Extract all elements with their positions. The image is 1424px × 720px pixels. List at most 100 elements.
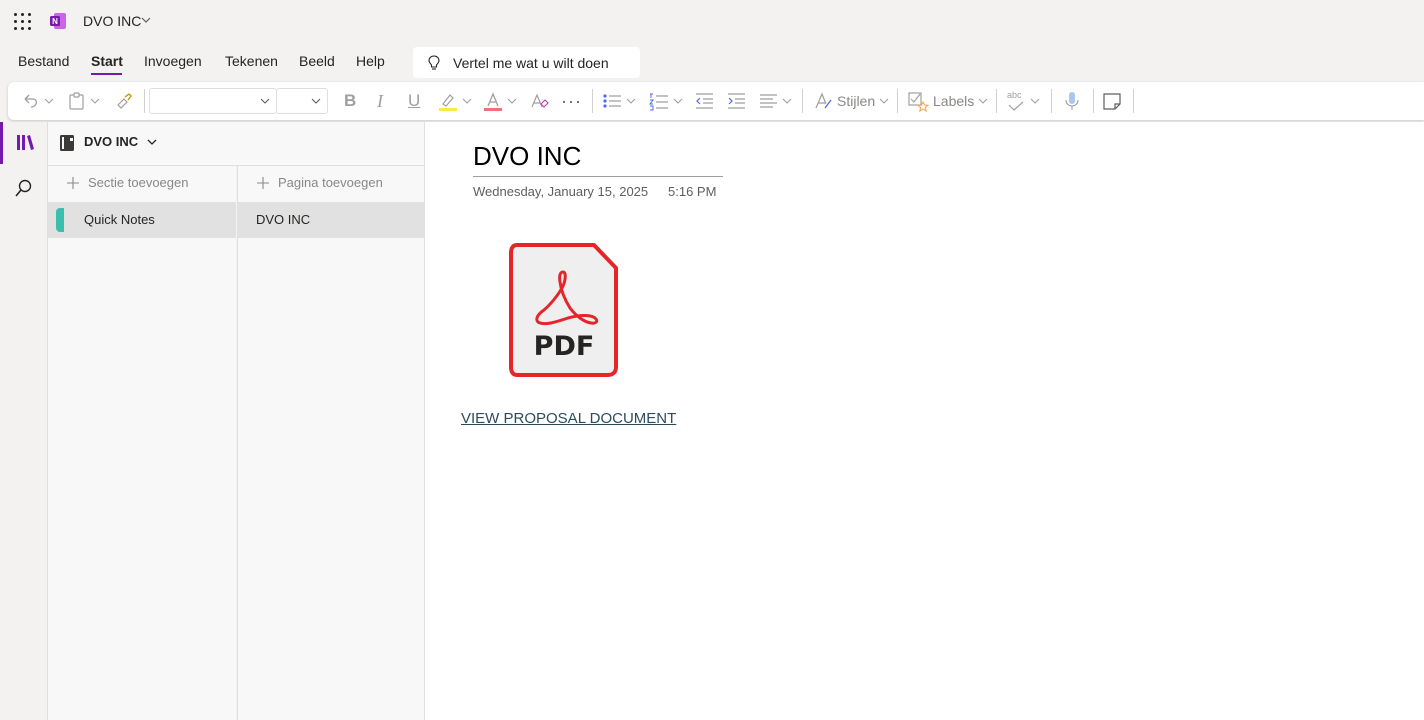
format-painter-icon	[117, 93, 132, 109]
chevron-down-icon	[1030, 98, 1040, 104]
highlight-button[interactable]	[438, 90, 472, 112]
ribbon-separator	[802, 89, 803, 113]
labels-button[interactable]: Labels	[907, 90, 988, 112]
ribbon-separator	[1133, 89, 1134, 113]
bullet-list-icon	[603, 94, 621, 108]
font-size-dropdown[interactable]	[276, 88, 328, 114]
onenote-logo-icon: N	[50, 13, 66, 29]
decrease-indent-button[interactable]	[694, 90, 714, 112]
chevron-down-icon	[879, 98, 889, 104]
increase-indent-icon	[728, 93, 745, 109]
italic-button[interactable]: I	[377, 90, 383, 112]
bold-button[interactable]: B	[344, 90, 356, 112]
tab-invoegen[interactable]: Invoegen	[144, 53, 202, 69]
chevron-down-icon	[978, 98, 988, 104]
chevron-down-icon	[462, 98, 472, 104]
ribbon-separator	[592, 89, 593, 113]
underline-button[interactable]: U	[408, 90, 420, 112]
clipboard-icon	[69, 92, 84, 110]
pages-pane	[237, 166, 425, 720]
chevron-down-icon	[507, 98, 517, 104]
active-tab-indicator	[91, 73, 122, 75]
chevron-down-icon	[90, 98, 100, 104]
spelling-button[interactable]: abc	[1006, 90, 1040, 112]
plus-icon	[67, 176, 79, 189]
sticky-note-button[interactable]	[1102, 90, 1122, 112]
undo-button[interactable]	[20, 90, 54, 112]
title-underline	[473, 176, 723, 177]
chevron-down-icon	[260, 98, 270, 104]
undo-icon	[24, 94, 38, 108]
notebook-icon	[60, 135, 74, 151]
pdf-file-icon[interactable]: PDF	[508, 242, 620, 378]
app-launcher-icon[interactable]	[14, 13, 32, 31]
font-color-button[interactable]	[483, 90, 517, 112]
svg-text:N: N	[52, 17, 58, 26]
microphone-icon	[1065, 92, 1079, 110]
font-color-icon	[484, 92, 502, 111]
notebooks-icon[interactable]	[15, 133, 35, 153]
ribbon-separator	[1051, 89, 1052, 113]
section-label[interactable]: Quick Notes	[84, 212, 155, 227]
add-section-button[interactable]: Sectie toevoegen	[66, 175, 188, 190]
pdf-icon-label: PDF	[534, 331, 595, 362]
notebook-title[interactable]: DVO INC	[83, 13, 141, 29]
page-date: Wednesday, January 15, 2025	[473, 184, 649, 199]
chevron-down-icon	[782, 98, 792, 104]
labels-label: Labels	[933, 93, 975, 109]
styles-icon	[815, 92, 832, 109]
tag-checkbox-icon	[908, 92, 929, 112]
ribbon-separator	[144, 89, 145, 113]
bullets-button[interactable]	[602, 90, 636, 112]
spelling-icon-text: abc	[1007, 90, 1022, 100]
paste-button[interactable]	[68, 90, 100, 112]
chevron-down-icon	[626, 98, 636, 104]
styles-button[interactable]: Stijlen	[813, 90, 889, 112]
highlighter-icon	[439, 94, 457, 111]
plus-icon	[257, 176, 269, 189]
add-page-button[interactable]: Pagina toevoegen	[256, 175, 383, 190]
chevron-down-icon[interactable]	[147, 138, 157, 146]
dictate-button[interactable]	[1064, 90, 1080, 112]
lightbulb-icon	[428, 55, 440, 70]
ribbon-separator	[897, 89, 898, 113]
chevron-down-icon	[311, 98, 321, 104]
rail-active-indicator	[0, 122, 3, 164]
more-options-icon[interactable]: ···	[561, 90, 582, 112]
tab-help[interactable]: Help	[356, 53, 385, 69]
page-label[interactable]: DVO INC	[256, 212, 310, 227]
tab-tekenen[interactable]: Tekenen	[225, 53, 278, 69]
section-color-tab	[56, 208, 64, 232]
ribbon-separator	[1093, 89, 1094, 113]
title-bar	[0, 0, 1424, 42]
styles-label: Stijlen	[837, 93, 876, 109]
tell-me-placeholder[interactable]: Vertel me wat u wilt doen	[453, 55, 609, 71]
check-mark-icon	[1008, 101, 1024, 111]
tab-bestand[interactable]: Bestand	[18, 53, 69, 69]
notebook-name[interactable]: DVO INC	[84, 134, 138, 149]
spelling-icon: abc	[1006, 90, 1026, 112]
clear-formatting-button[interactable]	[529, 90, 549, 112]
align-button[interactable]	[758, 90, 792, 112]
add-section-label: Sectie toevoegen	[88, 175, 189, 190]
sticky-note-icon	[1103, 93, 1121, 110]
numbered-list-icon	[649, 93, 668, 111]
page-title[interactable]: DVO INC	[473, 141, 581, 172]
left-rail	[0, 122, 48, 720]
clear-formatting-icon	[531, 93, 549, 108]
font-name-dropdown[interactable]	[149, 88, 277, 114]
add-page-label: Pagina toevoegen	[278, 175, 383, 190]
chevron-down-icon	[673, 98, 683, 104]
tab-start[interactable]: Start	[91, 53, 123, 69]
tab-beeld[interactable]: Beeld	[299, 53, 335, 69]
increase-indent-button[interactable]	[726, 90, 746, 112]
decrease-indent-icon	[696, 93, 713, 109]
chevron-down-icon[interactable]	[141, 16, 151, 24]
view-proposal-link[interactable]: VIEW PROPOSAL DOCUMENT	[461, 410, 676, 427]
format-painter-button[interactable]	[114, 90, 134, 112]
align-left-icon	[760, 94, 777, 108]
numbering-button[interactable]	[649, 90, 683, 112]
ribbon-separator	[996, 89, 997, 113]
chevron-down-icon	[44, 98, 54, 104]
search-icon[interactable]	[14, 178, 34, 198]
